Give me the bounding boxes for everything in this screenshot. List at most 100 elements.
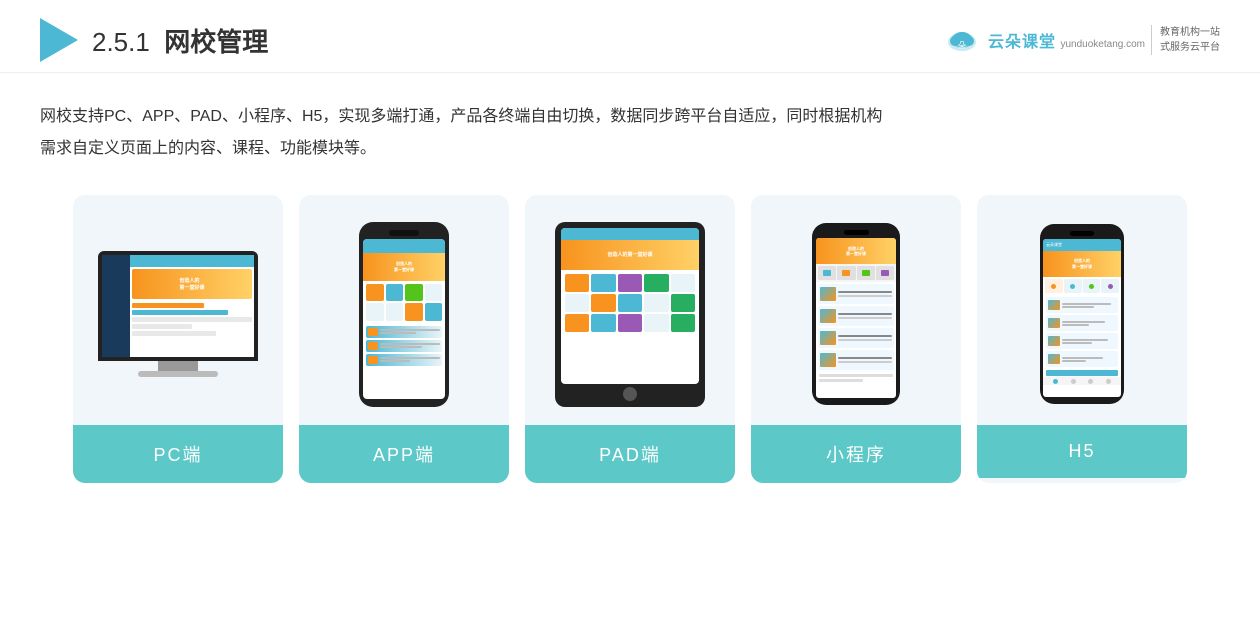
pad-tile-2 [591, 274, 615, 292]
h5-text-line-7 [1062, 357, 1103, 359]
card-pad-label: PAD端 [525, 425, 735, 483]
mini-course-info-3 [838, 335, 892, 341]
mini-course-info-1 [838, 291, 892, 297]
h5-text-4 [1062, 357, 1116, 362]
card-app-label: APP端 [299, 425, 509, 483]
h5-course-3 [1046, 333, 1118, 349]
h5-icon-1 [1045, 279, 1063, 293]
h5-icon-3 [1083, 279, 1101, 293]
h5-dot-3 [1089, 284, 1094, 289]
line-1 [380, 329, 440, 331]
pad-tile-6 [565, 294, 589, 312]
mini-text-line-2 [819, 379, 863, 382]
phone-screen: 创造人的第一堂好课 [363, 239, 445, 399]
card-miniprogram-image: 创造人的第一堂好课 [751, 195, 961, 425]
pad-tile-11 [565, 314, 589, 332]
mini-nav-3 [857, 266, 875, 280]
phone-course-thumb-3 [368, 356, 378, 364]
h5-btn [1046, 370, 1118, 376]
pc-monitor: 创造人的第一堂好课 [98, 251, 258, 361]
mini-line-5 [838, 335, 892, 337]
h5-bottom-dot-1 [1053, 379, 1058, 384]
mini-nav-4 [876, 266, 894, 280]
mini-nav [816, 264, 896, 282]
mini-nav-icon-4 [881, 270, 889, 276]
phone-banner: 创造人的第一堂好课 [363, 253, 445, 281]
mini-courses [816, 282, 896, 372]
pad-tile-13 [618, 314, 642, 332]
brand-logo: 朵 云朵课堂 yunduoketang.com 教育机构一站 式服务云平台 [942, 20, 1220, 60]
card-pad: 创造人的第一堂好课 [525, 195, 735, 483]
line-4 [380, 346, 422, 348]
device-h5-phone: 云朵课堂 创造人的第一堂好课 [1040, 224, 1124, 404]
mini-screen: 创造人的第一堂好课 [816, 238, 896, 398]
section-number: 2.5.1 [92, 27, 150, 57]
mini-nav-1 [818, 266, 836, 280]
line-5 [380, 357, 440, 359]
card-pad-image: 创造人的第一堂好课 [525, 195, 735, 425]
h5-header: 云朵课堂 [1043, 239, 1121, 251]
phone-icon-7 [405, 303, 423, 321]
device-miniprogram-phone: 创造人的第一堂好课 [812, 223, 900, 405]
page-title: 2.5.1 网校管理 [92, 22, 268, 59]
header-left: 2.5.1 网校管理 [40, 18, 268, 62]
h5-notch [1070, 231, 1094, 236]
mini-course-img-2 [820, 309, 836, 323]
pad-header-bar [561, 228, 699, 240]
pad-tile-10 [671, 294, 695, 312]
h5-course-2 [1046, 315, 1118, 331]
h5-icon-4 [1101, 279, 1119, 293]
brand-text-block: 云朵课堂 yunduoketang.com [988, 28, 1145, 52]
line-6 [380, 360, 410, 362]
pc-row-5 [132, 331, 216, 336]
mini-course-info-4 [838, 357, 892, 363]
pad-banner: 创造人的第一堂好课 [561, 240, 699, 270]
card-pc: 创造人的第一堂好课 [73, 195, 283, 483]
pad-tile-4 [644, 274, 668, 292]
device-app-phone: 创造人的第一堂好课 [359, 222, 449, 407]
device-pc: 创造人的第一堂好课 [98, 251, 258, 377]
h5-header-text: 云朵课堂 [1046, 242, 1062, 248]
pad-grid [561, 270, 699, 336]
mini-line-3 [838, 313, 892, 315]
h5-text-line-6 [1062, 342, 1092, 344]
pc-base [138, 371, 218, 377]
h5-text-line-4 [1062, 324, 1089, 326]
pc-row-2 [132, 310, 228, 315]
description-block: 网校支持PC、APP、PAD、小程序、H5，实现多端打通，产品各终端自由切换，数… [0, 73, 1260, 175]
svg-text:朵: 朵 [958, 41, 966, 50]
card-app-image: 创造人的第一堂好课 [299, 195, 509, 425]
pc-content-rows [130, 301, 254, 338]
h5-course-list [1043, 295, 1121, 369]
mini-nav-icon-3 [862, 270, 870, 276]
pad-tile-14 [644, 314, 668, 332]
pad-tile-12 [591, 314, 615, 332]
cards-section: 创造人的第一堂好课 [0, 175, 1260, 503]
h5-thumb-3 [1048, 336, 1060, 346]
phone-course-3 [366, 354, 442, 366]
page-container: 2.5.1 网校管理 朵 云朵课堂 yunduoketang.com [0, 0, 1260, 630]
mini-line-1 [838, 291, 892, 293]
header: 2.5.1 网校管理 朵 云朵课堂 yunduoketang.com [0, 0, 1260, 73]
card-h5-image: 云朵课堂 创造人的第一堂好课 [977, 195, 1187, 425]
mini-course-img-4 [820, 353, 836, 367]
pad-tile-15 [671, 314, 695, 332]
h5-bottom-bar [1043, 377, 1121, 385]
h5-dot-1 [1051, 284, 1056, 289]
h5-thumb-2 [1048, 318, 1060, 328]
h5-bottom-dot-2 [1071, 379, 1076, 384]
description-line1: 网校支持PC、APP、PAD、小程序、H5，实现多端打通，产品各终端自由切换，数… [40, 101, 1220, 133]
brand-slogan: 教育机构一站 式服务云平台 [1151, 25, 1220, 55]
h5-thumb-1 [1048, 300, 1060, 310]
pc-row-4 [132, 324, 192, 329]
card-app: 创造人的第一堂好课 [299, 195, 509, 483]
phone-icon-5 [366, 303, 384, 321]
mini-course-img-1 [820, 287, 836, 301]
pad-screen: 创造人的第一堂好课 [561, 228, 699, 384]
phone-course-1 [366, 326, 442, 338]
brand-icon: 朵 [942, 20, 982, 60]
card-h5: 云朵课堂 创造人的第一堂好课 [977, 195, 1187, 483]
mini-text-line-1 [819, 374, 893, 377]
h5-text-line-1 [1062, 303, 1111, 305]
phone-icon-3 [405, 284, 423, 302]
